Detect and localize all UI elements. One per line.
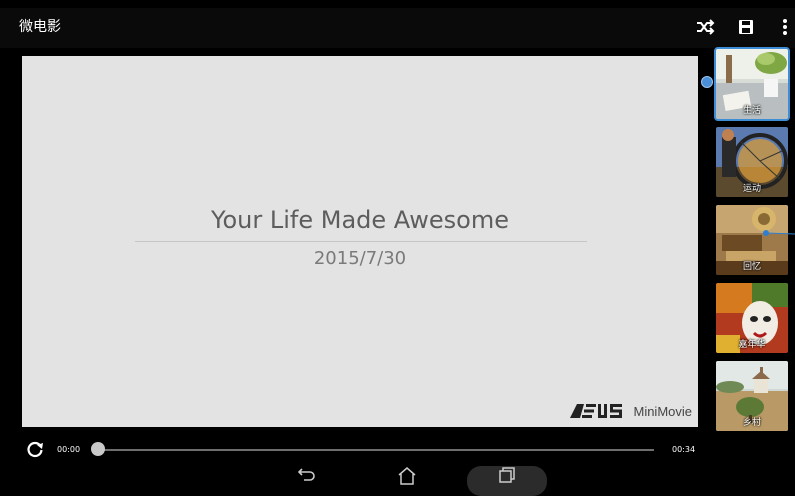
- theme-item-carnival[interactable]: 嘉年华: [716, 283, 788, 353]
- recents-icon[interactable]: [497, 465, 517, 489]
- theme-label: 乡村: [742, 418, 761, 428]
- current-time: 00:00: [57, 445, 81, 454]
- asus-logo: [570, 404, 623, 418]
- theme-item-memory[interactable]: 回忆: [716, 205, 788, 275]
- preview-title: Your Life Made Awesome: [211, 206, 509, 234]
- system-nav-bar: [0, 462, 795, 496]
- home-icon[interactable]: [396, 465, 418, 491]
- more-vert-icon[interactable]: [775, 17, 795, 37]
- theme-label: 运动: [742, 184, 761, 194]
- shuffle-icon[interactable]: [695, 17, 715, 37]
- back-icon[interactable]: [296, 465, 318, 489]
- title-divider: [135, 241, 587, 242]
- theme-item-countryside[interactable]: 乡村: [716, 361, 788, 431]
- save-icon[interactable]: [736, 17, 756, 37]
- seek-bar[interactable]: [98, 449, 654, 451]
- theme-label: 生活: [742, 106, 761, 116]
- theme-item-life[interactable]: 生活: [714, 47, 790, 121]
- minimovie-watermark: MiniMovie: [570, 401, 692, 421]
- theme-connector: [763, 230, 795, 236]
- replay-icon[interactable]: [26, 440, 44, 462]
- movie-preview[interactable]: Your Life Made Awesome 2015/7/30 MiniMov…: [22, 56, 698, 427]
- theme-label: 嘉年华: [738, 340, 766, 350]
- playback-controls: 00:00 00:34: [0, 436, 710, 462]
- app-title: 微电影: [19, 19, 61, 35]
- selected-theme-indicator: [701, 76, 713, 88]
- app-bar: 微电影: [0, 8, 795, 48]
- theme-label: 回忆: [742, 262, 761, 272]
- preview-date: 2015/7/30: [313, 248, 407, 269]
- seek-handle[interactable]: [91, 442, 105, 456]
- watermark-product: MiniMovie: [633, 403, 692, 419]
- total-time: 00:34: [672, 445, 696, 454]
- theme-item-sport[interactable]: 运动: [716, 127, 788, 197]
